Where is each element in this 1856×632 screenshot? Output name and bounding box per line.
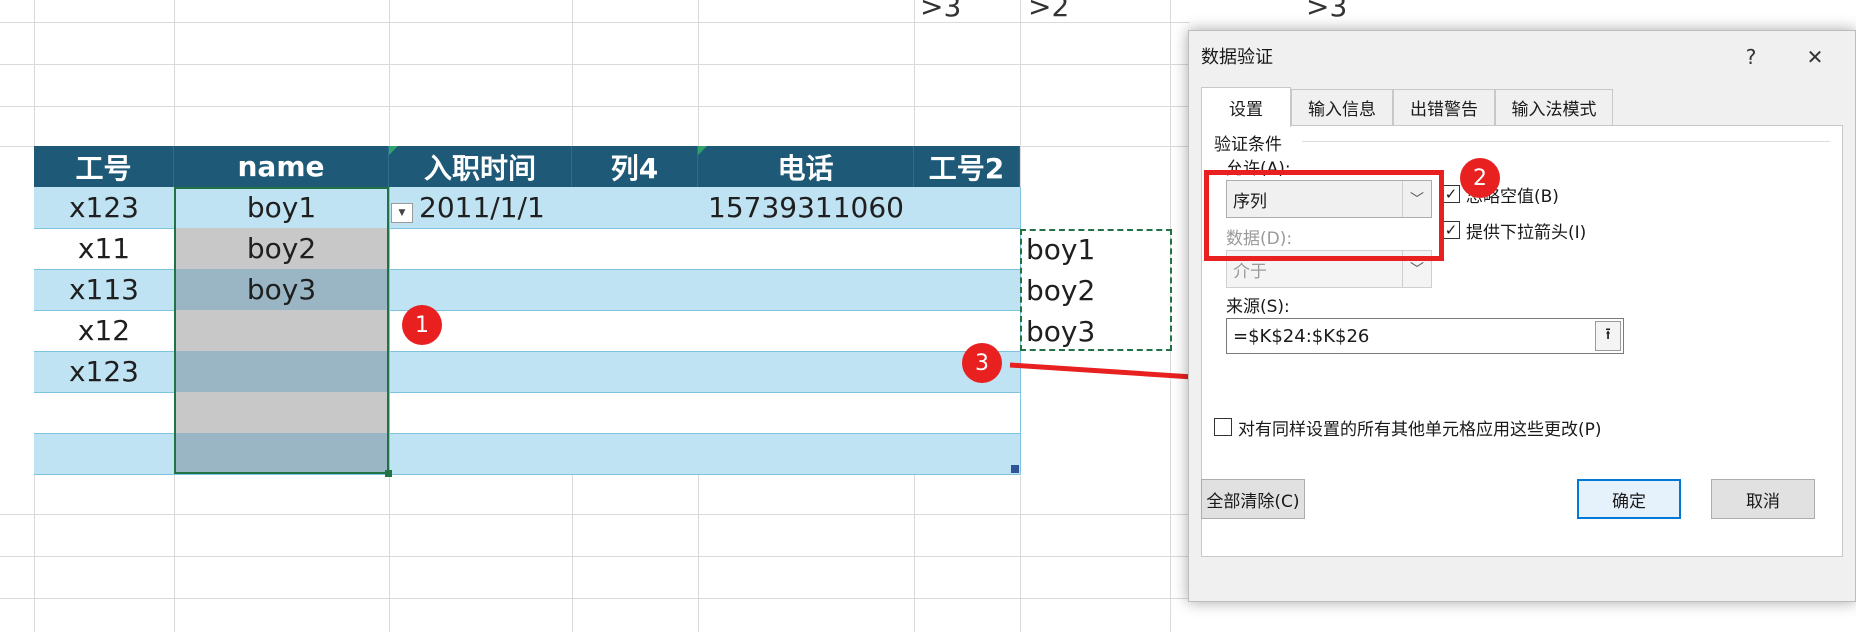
cell-text: >2: [1028, 0, 1070, 23]
data-validation-dialog: 数据验证 ? ✕ 设置 输入信息 出错警告 输入法模式 验证条件 允许(A): …: [1188, 30, 1856, 602]
table-cell[interactable]: 15739311060: [698, 187, 914, 228]
table-cell[interactable]: x113: [34, 269, 174, 310]
group-divider: [1302, 141, 1830, 142]
comment-indicator-icon: [698, 146, 707, 155]
source-cell[interactable]: boy2: [1026, 270, 1166, 311]
grid-line: [0, 106, 1190, 107]
source-cell[interactable]: boy3: [1026, 311, 1166, 352]
grid-line: [0, 598, 1190, 599]
cell-text: >3: [920, 0, 962, 23]
clear-all-button[interactable]: 全部清除(C): [1201, 479, 1305, 519]
annotation-highlight-box: [1204, 170, 1444, 261]
source-input[interactable]: =$K$24:$K$26 ⭱: [1226, 318, 1624, 354]
cancel-button[interactable]: 取消: [1711, 479, 1815, 519]
annotation-marker-3: 3: [962, 343, 1002, 383]
source-cell[interactable]: boy1: [1026, 229, 1166, 270]
table-cell[interactable]: 2011/1/1: [389, 187, 572, 228]
table-cell[interactable]: x11: [34, 228, 174, 269]
source-label: 来源(S):: [1226, 297, 1290, 317]
tab-settings[interactable]: 设置: [1201, 87, 1291, 127]
comment-indicator-icon: [389, 146, 398, 155]
tab-ime-mode[interactable]: 输入法模式: [1495, 89, 1613, 125]
dialog-title: 数据验证: [1201, 47, 1273, 68]
ignore-blank-checkbox[interactable]: ✓: [1442, 185, 1460, 203]
dropdown-arrow-checkbox[interactable]: ✓: [1442, 221, 1460, 239]
apply-all-label: 对有同样设置的所有其他单元格应用这些更改(P): [1238, 420, 1602, 440]
annotation-marker-2: 2: [1460, 158, 1500, 198]
table-cell[interactable]: x123: [34, 187, 174, 228]
header-cell[interactable]: 入职时间: [389, 146, 572, 187]
selection-border: [174, 187, 389, 474]
header-cell[interactable]: 工号: [34, 146, 174, 187]
annotation-marker-1: 1: [402, 305, 442, 345]
header-cell[interactable]: 列4: [572, 146, 698, 187]
range-select-icon[interactable]: ⭱: [1595, 321, 1621, 351]
grid-line: [0, 22, 1190, 23]
apply-all-checkbox[interactable]: [1214, 418, 1232, 436]
help-icon[interactable]: ?: [1731, 39, 1771, 75]
ok-button[interactable]: 确定: [1577, 479, 1681, 519]
table-cell[interactable]: x123: [34, 351, 174, 392]
row-border: [34, 474, 1020, 475]
table-resize-handle[interactable]: [1011, 465, 1019, 473]
dropdown-arrow-label: 提供下拉箭头(I): [1466, 223, 1587, 243]
header-cell[interactable]: 工号2: [914, 146, 1020, 187]
source-input-value: =$K$24:$K$26: [1233, 325, 1370, 347]
column-border: [389, 187, 390, 474]
dropdown-arrow-icon[interactable]: ▼: [391, 203, 413, 223]
fill-handle[interactable]: [385, 470, 392, 477]
tab-input-message[interactable]: 输入信息: [1291, 89, 1393, 125]
grid-line: [0, 556, 1190, 557]
cell-text: >3: [1306, 0, 1348, 23]
tab-error-alert[interactable]: 出错警告: [1393, 89, 1495, 125]
group-label: 验证条件: [1214, 135, 1282, 155]
close-icon[interactable]: ✕: [1795, 39, 1835, 75]
grid-line: [0, 514, 1190, 515]
grid-line: [0, 64, 1190, 65]
header-cell[interactable]: name: [174, 146, 389, 187]
table-cell[interactable]: x12: [34, 310, 174, 351]
header-cell[interactable]: 电话: [698, 146, 914, 187]
